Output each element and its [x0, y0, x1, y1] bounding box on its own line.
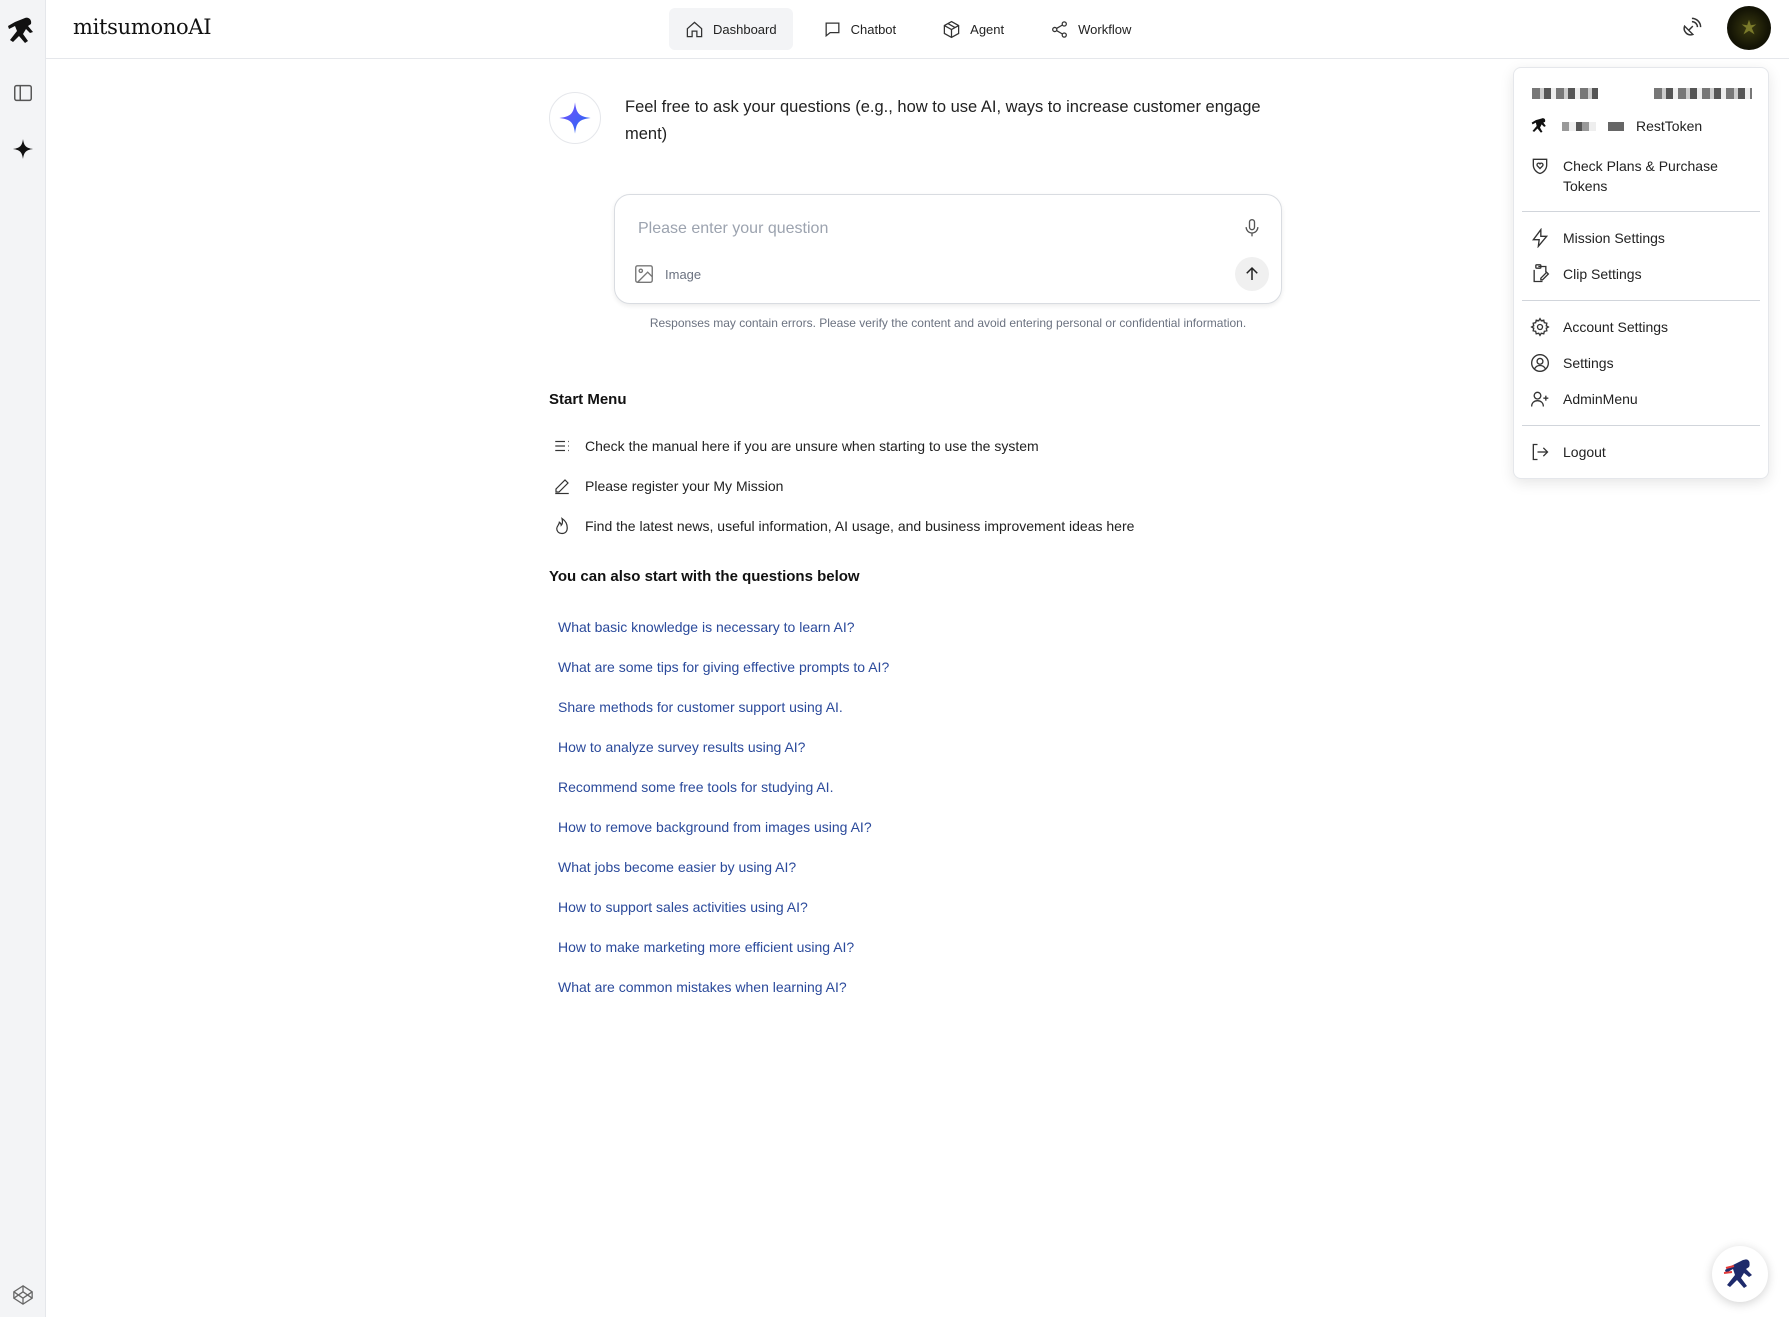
flame-icon	[556, 517, 568, 535]
suggested-question-link[interactable]: What basic knowledge is necessary to lea…	[558, 607, 889, 647]
menu-item-mission-settings[interactable]: Mission Settings	[1530, 228, 1760, 248]
start-menu-item-label: Find the latest news, useful information…	[585, 518, 1135, 534]
cube-icon	[943, 20, 960, 38]
ai-sparkle-icon[interactable]	[9, 135, 37, 163]
redacted-token-count	[1562, 121, 1596, 131]
left-rail	[0, 0, 46, 1317]
user-circle-icon	[1531, 354, 1549, 372]
nav-agent-label: Agent	[970, 21, 1005, 37]
suggested-question-link[interactable]: What jobs become easier by using AI?	[558, 847, 889, 887]
microphone-icon[interactable]	[1239, 215, 1265, 241]
gear-icon	[1530, 317, 1550, 337]
menu-item-logout[interactable]: Logout	[1530, 442, 1760, 462]
main-nav: Dashboard Chatbot Agent Workflow	[669, 8, 1147, 50]
suggested-questions-list: What basic knowledge is necessary to lea…	[558, 607, 889, 1007]
question-composer: Image	[614, 194, 1282, 304]
nav-dashboard[interactable]: Dashboard	[669, 8, 793, 50]
send-button[interactable]	[1235, 257, 1269, 291]
start-menu-title: Start Menu	[549, 391, 627, 408]
sparkle-icon	[559, 102, 591, 134]
nav-workflow-label: Workflow	[1078, 21, 1132, 37]
ninja-icon	[1531, 118, 1546, 133]
menu-item-settings[interactable]: Settings	[1530, 353, 1760, 373]
redacted-username	[1532, 88, 1598, 99]
redacted-token-unit	[1608, 121, 1624, 131]
user-plus-icon	[1531, 391, 1549, 407]
menu-divider	[1522, 425, 1760, 426]
suggested-question-link[interactable]: How to make marketing more efficient usi…	[558, 927, 889, 967]
start-menu-item-label: Check the manual here if you are unsure …	[585, 438, 1039, 454]
suggested-question-link[interactable]: Share methods for customer support using…	[558, 687, 889, 727]
ninja-logo-icon[interactable]	[5, 14, 39, 50]
start-menu-item-news[interactable]: Find the latest news, useful information…	[553, 506, 1134, 546]
nav-chatbot[interactable]: Chatbot	[807, 8, 913, 50]
menu-divider	[1522, 211, 1760, 212]
nav-workflow[interactable]: Workflow	[1034, 8, 1147, 50]
menu-item-clip-settings[interactable]: Clip Settings	[1530, 264, 1760, 284]
menu-item-account-settings[interactable]: Account Settings	[1530, 317, 1760, 337]
header-actions	[1677, 6, 1771, 50]
question-input[interactable]	[638, 215, 1218, 243]
satellite-dish-icon[interactable]	[1677, 14, 1705, 42]
welcome-message: Feel free to ask your questions (e.g., h…	[549, 92, 1289, 148]
suggested-question-link[interactable]: Recommend some free tools for studying A…	[558, 767, 889, 807]
list-icon	[555, 440, 569, 452]
lightning-icon	[1532, 228, 1549, 248]
start-menu-item-mission[interactable]: Please register your My Mission	[553, 466, 1134, 506]
app-name: mitsumonoAI	[73, 15, 212, 39]
ninja-mascot-icon	[1723, 1259, 1752, 1288]
token-balance: RestToken	[1530, 116, 1702, 136]
welcome-text: Feel free to ask your questions (e.g., h…	[625, 98, 1261, 143]
redacted-email	[1654, 88, 1752, 99]
user-avatar[interactable]	[1727, 6, 1771, 50]
suggested-question-link[interactable]: What are some tips for giving effective …	[558, 647, 889, 687]
menu-item-label: Clip Settings	[1563, 266, 1642, 282]
share-icon	[1052, 20, 1068, 38]
logout-icon	[1532, 443, 1549, 461]
disclaimer-text: Responses may contain errors. Please ver…	[649, 316, 1247, 330]
suggested-question-link[interactable]: How to remove background from images usi…	[558, 807, 889, 847]
image-icon	[635, 265, 653, 283]
rest-token-label: RestToken	[1636, 118, 1703, 134]
menu-divider	[1522, 300, 1760, 301]
menu-item-plans[interactable]: Check Plans & Purchase Tokens	[1530, 156, 1760, 196]
menu-item-label: Account Settings	[1563, 319, 1669, 335]
menu-item-label: Check Plans & Purchase Tokens	[1563, 158, 1718, 194]
clipboard-edit-icon	[1533, 264, 1550, 283]
menu-item-label: Settings	[1563, 355, 1614, 371]
image-upload-label: Image	[665, 266, 702, 282]
nav-agent[interactable]: Agent	[926, 8, 1020, 50]
start-menu-list: Check the manual here if you are unsure …	[553, 426, 1134, 546]
arrow-up-icon	[1246, 266, 1258, 280]
suggested-question-link[interactable]: What are common mistakes when learning A…	[558, 967, 889, 1007]
chat-icon	[825, 22, 840, 37]
assistant-avatar	[549, 92, 601, 144]
menu-item-admin[interactable]: AdminMenu	[1530, 389, 1760, 409]
suggested-questions-title: You can also start with the questions be…	[549, 568, 860, 585]
start-menu-item-label: Please register your My Mission	[585, 478, 784, 494]
nav-chatbot-label: Chatbot	[850, 21, 897, 37]
suggested-question-link[interactable]: How to analyze survey results using AI?	[558, 727, 889, 767]
menu-item-label: AdminMenu	[1563, 391, 1638, 407]
image-upload-button[interactable]: Image	[633, 263, 701, 285]
top-header: mitsumonoAI Dashboard Chatbot Agent Work…	[46, 0, 1789, 59]
suggested-question-link[interactable]: How to support sales activities using AI…	[558, 887, 889, 927]
menu-item-label: Mission Settings	[1563, 230, 1665, 246]
toggle-sidebar-icon[interactable]	[9, 79, 37, 107]
codepen-icon[interactable]	[9, 1281, 37, 1309]
start-menu-item-manual[interactable]: Check the manual here if you are unsure …	[553, 426, 1134, 466]
nav-dashboard-label: Dashboard	[713, 21, 777, 37]
pencil-icon	[555, 479, 569, 495]
shield-heart-icon	[1532, 158, 1548, 175]
user-dropdown-menu: RestToken Check Plans & Purchase Tokens …	[1513, 67, 1769, 479]
assistant-fab-button[interactable]	[1712, 1246, 1768, 1302]
menu-item-label: Logout	[1563, 444, 1606, 460]
home-icon	[686, 21, 703, 37]
